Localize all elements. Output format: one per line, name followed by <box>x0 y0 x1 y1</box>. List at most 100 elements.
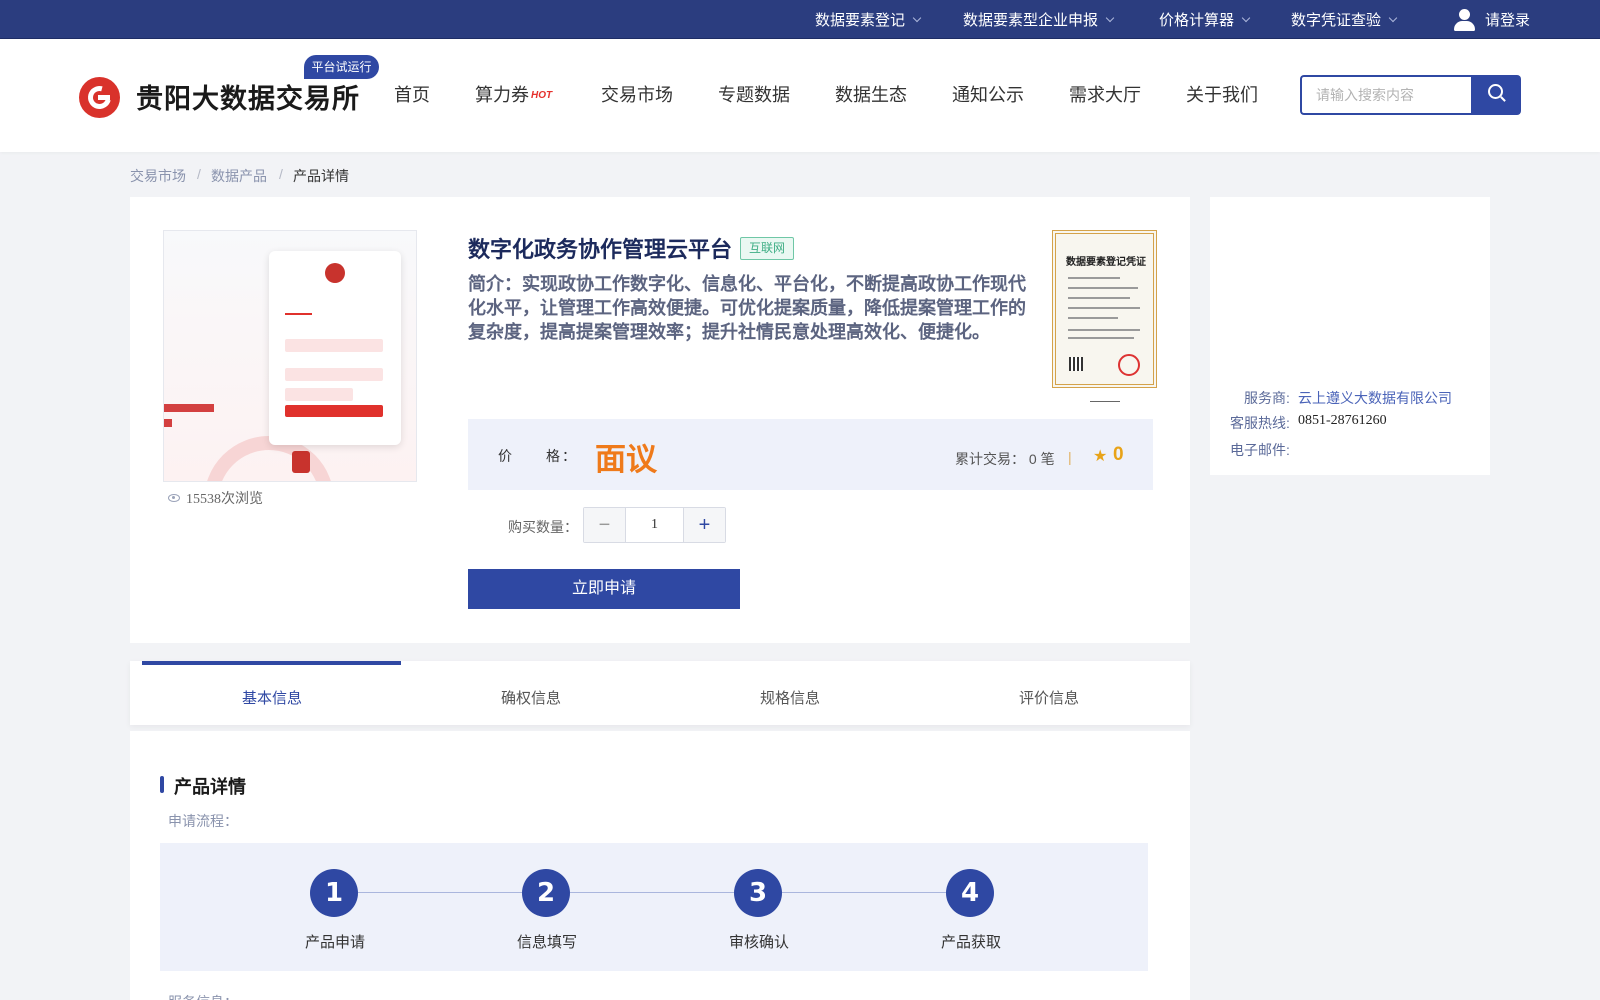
image-decoration <box>164 419 172 427</box>
step-2-number: 2 <box>522 869 570 917</box>
section-title: 产品详情 <box>174 777 246 797</box>
quantity-stepper: − + <box>583 507 726 543</box>
nav-about-us[interactable]: 关于我们 <box>1186 81 1258 107</box>
nav-demand-hall[interactable]: 需求大厅 <box>1069 81 1141 107</box>
step-4-label: 产品获取 <box>940 934 1001 951</box>
provider-panel <box>1210 197 1490 475</box>
step-1-number: 1 <box>310 869 358 917</box>
trial-badge: 平台试运行 <box>304 55 379 79</box>
tab-rights-info[interactable]: 确权信息 <box>501 687 561 708</box>
image-decoration <box>292 451 310 473</box>
certificate-line <box>1068 297 1130 299</box>
quantity-label: 购买数量： <box>508 519 578 535</box>
flow-label: 申请流程： <box>168 813 238 829</box>
service-provider-label: 服务商: <box>1244 390 1290 406</box>
registration-certificate[interactable]: 数据要素登记凭证 <box>1052 230 1157 388</box>
image-decoration <box>285 388 353 401</box>
certificate-line <box>1068 317 1118 319</box>
topnav-label: 数据要素型企业申报 <box>963 12 1099 29</box>
nav-home[interactable]: 首页 <box>394 81 430 107</box>
topnav-label: 数据要素登记 <box>815 12 906 29</box>
nav-data-ecosystem[interactable]: 数据生态 <box>835 81 907 107</box>
apply-button[interactable]: 立即申请 <box>468 569 740 609</box>
step-1-label: 产品申请 <box>304 934 365 951</box>
view-count-text: 15538次浏览 <box>186 492 263 507</box>
tab-review-info[interactable]: 评价信息 <box>1019 687 1079 708</box>
breadcrumb-separator: / <box>197 166 201 182</box>
step-3-label: 审核确认 <box>728 934 789 951</box>
image-decoration <box>164 404 214 412</box>
plus-icon: + <box>698 513 711 536</box>
topnav-data-registration[interactable]: 数据要素登记 <box>815 0 922 39</box>
service-provider-link[interactable]: 云上遵义大数据有限公司 <box>1298 388 1452 408</box>
search-input[interactable] <box>1300 75 1472 115</box>
topnav-certificate-check[interactable]: 数字凭证查验 <box>1291 0 1398 39</box>
seal-icon <box>1118 354 1140 376</box>
step-2-label: 信息填写 <box>516 934 577 951</box>
image-decoration <box>285 339 383 352</box>
nav-notices[interactable]: 通知公示 <box>952 81 1024 107</box>
flow-connector <box>358 892 522 893</box>
tab-basic-info[interactable]: 基本信息 <box>242 687 302 708</box>
chevron-down-icon <box>912 13 922 22</box>
login-link[interactable]: 请登录 <box>1453 0 1530 39</box>
search-button[interactable] <box>1471 75 1521 115</box>
product-title: 数字化政务协作管理云平台 <box>468 237 733 262</box>
certificate-line <box>1068 277 1120 279</box>
flow-connector <box>782 892 946 893</box>
certificate-line <box>1068 337 1134 339</box>
hot-badge: HOT <box>531 90 553 101</box>
chevron-down-icon <box>1105 13 1115 22</box>
topnav-label: 价格计算器 <box>1159 12 1235 29</box>
logo-text[interactable]: 贵阳大数据交易所 <box>136 77 360 116</box>
increase-button[interactable]: + <box>684 508 725 542</box>
quantity-input[interactable] <box>625 508 684 542</box>
email-label: 电子邮件: <box>1230 442 1290 458</box>
tab-spec-info[interactable]: 规格信息 <box>760 687 820 708</box>
star-icon: ★ <box>1093 448 1108 465</box>
certificate-title: 数据要素登记凭证 <box>1066 257 1146 268</box>
certificate-line <box>1068 287 1138 289</box>
eye-icon <box>168 494 180 502</box>
topnav-enterprise-declaration[interactable]: 数据要素型企业申报 <box>963 0 1115 39</box>
view-count: 15538次浏览 <box>168 488 263 508</box>
divider: | <box>1068 449 1072 465</box>
nav-trading-market[interactable]: 交易市场 <box>601 81 673 107</box>
flow-connector <box>570 892 734 893</box>
emblem-icon <box>325 263 345 283</box>
deal-count: 累计交易： 0 笔 <box>955 451 1055 467</box>
rating-value: 0 <box>1113 444 1124 465</box>
step-4-number: 4 <box>946 869 994 917</box>
product-intro: 简介：实现政协工作数字化、信息化、平台化，不断提高政协工作现代化水平，让管理工作… <box>468 274 1026 342</box>
certificate-line <box>1068 307 1140 309</box>
section-marker <box>160 776 164 793</box>
certificate-line <box>1068 329 1140 331</box>
login-mockup <box>269 251 401 445</box>
product-image[interactable] <box>163 230 417 482</box>
image-decoration <box>285 368 383 381</box>
topnav-label: 数字凭证查验 <box>1291 12 1382 29</box>
decrease-button[interactable]: − <box>584 508 625 542</box>
price-value: 面议 <box>595 442 657 477</box>
active-tab-indicator <box>142 661 401 665</box>
image-decoration <box>285 313 312 315</box>
logo-icon[interactable] <box>79 77 120 118</box>
breadcrumb-data-products[interactable]: 数据产品 <box>211 166 267 186</box>
breadcrumb-current: 产品详情 <box>293 168 349 184</box>
minus-icon: − <box>598 513 611 536</box>
login-label: 请登录 <box>1485 12 1531 29</box>
breadcrumb-separator: / <box>279 166 283 182</box>
nav-compute-voucher[interactable]: 算力券 <box>475 81 529 107</box>
step-3-number: 3 <box>734 869 782 917</box>
carousel-indicator[interactable] <box>1090 401 1120 402</box>
category-tag: 互联网 <box>740 237 795 260</box>
hotline-label: 客服热线: <box>1230 415 1290 431</box>
chevron-down-icon <box>1241 13 1251 22</box>
qr-code-icon <box>1069 357 1083 371</box>
chevron-down-icon <box>1388 13 1398 22</box>
service-info-label: 服务信息： <box>168 992 238 1000</box>
topnav-price-calculator[interactable]: 价格计算器 <box>1159 0 1251 39</box>
breadcrumb-trading-market[interactable]: 交易市场 <box>130 166 186 186</box>
image-decoration <box>285 405 383 417</box>
nav-topic-data[interactable]: 专题数据 <box>718 81 790 107</box>
